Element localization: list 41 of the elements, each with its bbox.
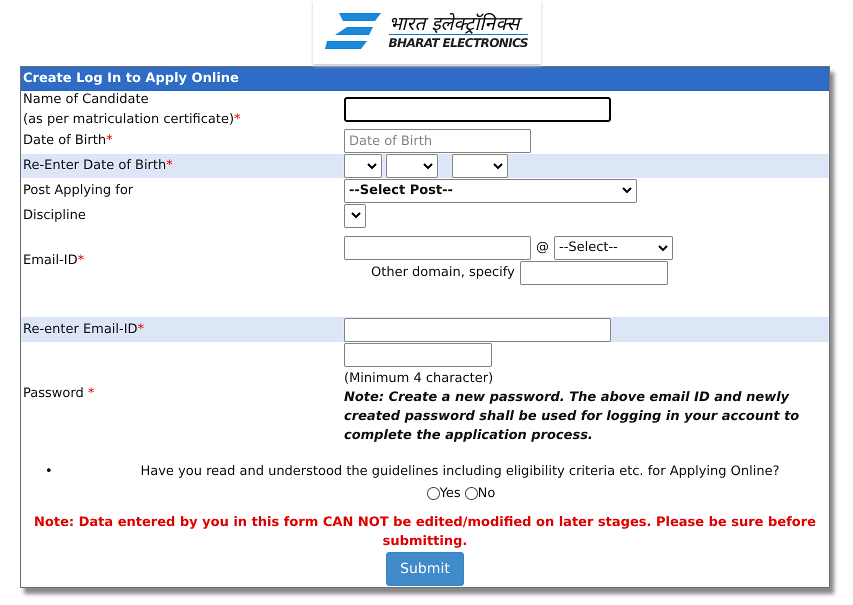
day-select[interactable] <box>344 154 382 178</box>
date-of-birth-field[interactable]: Date of Birth <box>344 129 531 153</box>
post-select[interactable]: --Select Post-- <box>344 178 637 202</box>
radio-label: No <box>478 484 496 502</box>
other-domain-input[interactable] <box>520 261 668 285</box>
field-label: Password * <box>23 385 96 404</box>
password-note: Note: Create a new password. The above email ID and newly created password shall be used for logging in your account to complete the application process. <box>344 389 800 446</box>
field-sublabel: (as per matriculation certificate)* <box>23 110 242 128</box>
chevron-down-icon <box>423 162 433 170</box>
warning-note: Note: Data entered by you in this form CAN NOT be edited/modified on later stages. Please be sure before submitting. <box>33 514 817 551</box>
chevron-down-icon <box>622 187 632 194</box>
name-input[interactable] <box>344 97 611 122</box>
domain-select[interactable]: --Select-- <box>554 236 673 260</box>
field-label: Name of Candidate <box>23 91 150 109</box>
radio-button[interactable] <box>426 486 440 500</box>
password-hint: (Minimum 4 character) <box>344 370 494 388</box>
form-header: Create Log In to Apply Online <box>21 67 829 91</box>
at-sign: @ <box>536 239 549 258</box>
radio-label: Yes <box>440 484 461 502</box>
chevron-down-icon <box>351 212 361 219</box>
other-domain-label: Other domain, specify <box>371 264 515 282</box>
chevron-down-icon <box>493 162 503 170</box>
password-input[interactable] <box>344 342 492 367</box>
bullet: • <box>45 463 54 481</box>
logo-hindi-text: भारत इलेक्ट्रॉनिक्स <box>388 15 528 35</box>
field-label: Post Applying for <box>23 182 134 200</box>
field-label: Re-enter Email-ID* <box>23 320 146 339</box>
radio-button[interactable] <box>464 486 478 500</box>
email-input[interactable] <box>344 236 531 260</box>
re-enter-email-input[interactable] <box>344 318 611 342</box>
field-label: Re-Enter Date of Birth* <box>23 157 174 176</box>
chevron-down-icon <box>367 162 377 170</box>
chevron-down-icon <box>658 244 668 252</box>
field-label: Email-ID* <box>23 252 86 270</box>
year-select[interactable] <box>452 154 508 178</box>
field-label: Discipline <box>23 206 87 225</box>
discipline-select[interactable] <box>344 204 366 228</box>
submit-button[interactable]: Submit <box>386 552 464 586</box>
guidelines-question: Have you read and understood the guidelines including eligibility criteria etc. for Applying Online? <box>140 463 780 481</box>
field-label: Date of Birth* <box>23 132 114 150</box>
logo-english-text: BHARAT ELECTRONICS <box>388 37 528 49</box>
